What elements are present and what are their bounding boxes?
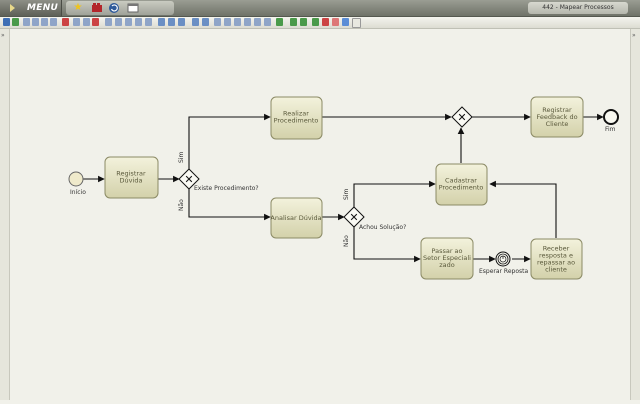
- connector-icon[interactable]: [312, 18, 319, 26]
- highlight-icon[interactable]: [332, 18, 339, 26]
- task-label-line: Analisar Dúvida: [270, 214, 321, 222]
- gateway-x-icon: ✕: [457, 111, 466, 124]
- task-receber-resposta[interactable]: Receber resposta e repassar ao cliente: [530, 238, 583, 280]
- timer-event-label: Esperar Reposta: [479, 268, 528, 275]
- paste-icon[interactable]: [32, 18, 39, 26]
- align-right-icon[interactable]: [125, 18, 132, 26]
- center-h-icon[interactable]: [234, 18, 241, 26]
- menu-button[interactable]: MENU: [0, 0, 62, 16]
- end-event-label: Fim: [605, 126, 616, 133]
- task-label-line: cliente: [545, 266, 567, 274]
- flow-label-nao-2: Não: [343, 235, 350, 247]
- group-icon[interactable]: [158, 18, 165, 26]
- remove-connector-icon[interactable]: [322, 18, 329, 26]
- distribute-icon[interactable]: [192, 18, 199, 26]
- same-width-icon[interactable]: [254, 18, 261, 26]
- window-icon[interactable]: [127, 2, 139, 14]
- fit-icon[interactable]: [276, 18, 283, 26]
- flow-gateway1-nao[interactable]: [188, 189, 271, 221]
- task-cadastrar-procedimento[interactable]: Cadastrar Procedimento: [435, 163, 488, 206]
- diagram-toolbar: [0, 17, 640, 29]
- copy-icon[interactable]: [23, 18, 30, 26]
- zoom-icon[interactable]: [41, 18, 48, 26]
- timer-event[interactable]: [495, 251, 511, 267]
- gateway-existe-procedimento-label: Existe Procedimento?: [194, 185, 259, 192]
- same-height-icon[interactable]: [264, 18, 271, 26]
- flow-gateway1-sim[interactable]: [188, 113, 271, 169]
- color-icon[interactable]: [342, 18, 349, 26]
- gateway-x-icon: ✕: [184, 173, 193, 186]
- flow-gateway2-sim[interactable]: [353, 180, 436, 207]
- delete-icon[interactable]: [92, 18, 99, 26]
- task-label-line: zado: [439, 261, 455, 269]
- task-label-line: Dúvida: [120, 177, 143, 185]
- flow-receber-cadastrar[interactable]: [489, 180, 557, 238]
- undo-icon[interactable]: [12, 18, 19, 26]
- star-icon[interactable]: ★: [72, 2, 84, 14]
- flow-label-sim-1: Sim: [178, 152, 185, 163]
- start-event[interactable]: [68, 171, 84, 187]
- bpmn-diagram: Início Fim Registrar Dúvida Realizar Proce…: [68, 96, 619, 280]
- task-registrar-duvida-label: Registrar Dúvida: [116, 170, 146, 185]
- right-panel-toggle[interactable]: »: [632, 32, 636, 39]
- center-v-icon[interactable]: [244, 18, 251, 26]
- task-analisar-duvida[interactable]: Analisar Dúvida: [270, 197, 323, 239]
- layer-icon[interactable]: [178, 18, 185, 26]
- grid-icon[interactable]: [50, 18, 57, 26]
- flow-label-sim-2: Sim: [343, 189, 350, 200]
- refresh-diagram-icon[interactable]: [290, 18, 297, 26]
- align-bottom-icon[interactable]: [145, 18, 152, 26]
- refresh-icon[interactable]: [108, 2, 120, 14]
- top-bar: MENU ★ 442 - Mapear Processos: [0, 0, 640, 17]
- task-realizar-procedimento[interactable]: Realizar Procedimento: [270, 96, 323, 140]
- left-panel-toggle[interactable]: »: [1, 32, 5, 39]
- task-analisar-duvida-label: Analisar Dúvida: [270, 214, 321, 222]
- flow-gateway2-nao[interactable]: [353, 227, 421, 263]
- align-top-icon[interactable]: [135, 18, 142, 26]
- redo-icon[interactable]: [300, 18, 307, 26]
- space-v-icon[interactable]: [224, 18, 231, 26]
- align-center-icon[interactable]: [115, 18, 122, 26]
- gateway-merge[interactable]: ✕: [451, 106, 473, 128]
- gateway-achou-solucao-label: Achou Solução?: [359, 224, 406, 231]
- task-passar-setor[interactable]: Passar ao Setor Especiali zado: [420, 237, 474, 280]
- flow-label-nao-1: Não: [178, 199, 185, 211]
- task-registrar-duvida[interactable]: Registrar Dúvida: [104, 156, 159, 199]
- right-panel: »: [630, 29, 640, 400]
- task-label-line: Procedimento: [274, 117, 319, 125]
- cut-icon[interactable]: [62, 18, 69, 26]
- task-registrar-feedback[interactable]: Registrar Feedback do Cliente: [530, 96, 584, 138]
- ungroup-icon[interactable]: [168, 18, 175, 26]
- task-label-line: Procedimento: [439, 184, 484, 192]
- align-left-icon[interactable]: [105, 18, 112, 26]
- menu-arrow-icon: [10, 4, 15, 12]
- task-label-line: Cliente: [546, 120, 569, 128]
- quick-access-bar: ★: [66, 1, 174, 15]
- text-icon[interactable]: [73, 18, 80, 26]
- start-event-label: Início: [70, 189, 86, 196]
- gateway-x-icon: ✕: [349, 211, 358, 224]
- line-icon[interactable]: [83, 18, 90, 26]
- space-h-icon[interactable]: [214, 18, 221, 26]
- window-title: 442 - Mapear Processos: [528, 2, 628, 14]
- menu-label: MENU: [27, 3, 59, 13]
- film-icon[interactable]: [91, 2, 103, 14]
- end-event[interactable]: [603, 109, 619, 125]
- left-panel: »: [0, 29, 10, 400]
- save-icon[interactable]: [3, 18, 10, 26]
- resize-icon[interactable]: [202, 18, 209, 26]
- diagram-canvas[interactable]: Início Fim Registrar Dúvida Realizar Proce…: [10, 29, 629, 400]
- task-cadastrar-procedimento-label: Cadastrar Procedimento: [439, 177, 484, 192]
- properties-icon[interactable]: [352, 18, 361, 28]
